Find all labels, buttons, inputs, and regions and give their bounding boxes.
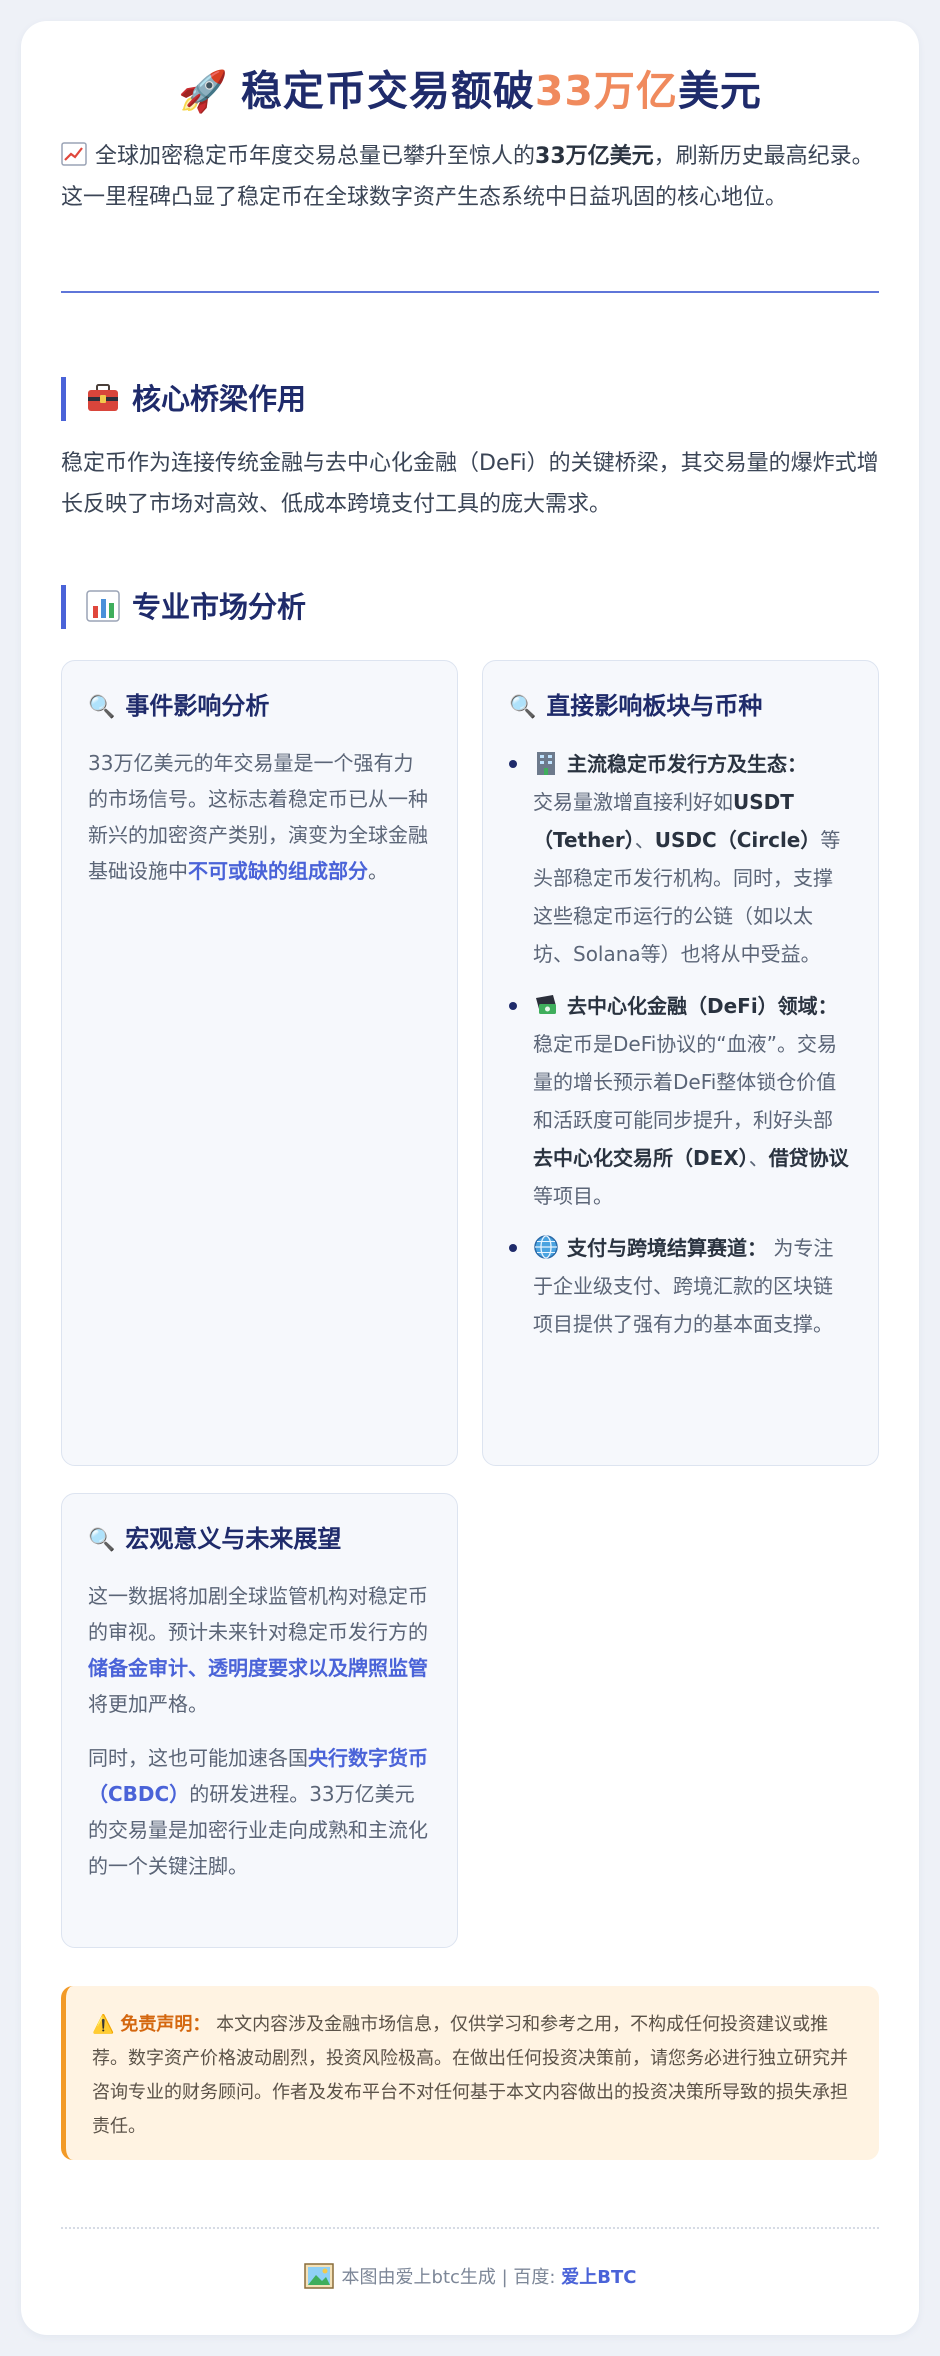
macro-paragraph-1: 这一数据将加剧全球监管机构对稳定币的审视。预计未来针对稳定币发行方的储备金审计、… — [88, 1584, 428, 1716]
event-impact-heading: 🔍 事件影响分析 — [88, 689, 431, 725]
warning-icon: ⚠️ — [92, 2014, 115, 2035]
macro-outlook-card: 🔍 宏观意义与未来展望 这一数据将加剧全球监管机构对稳定币的审视。预计未来针对稳定… — [61, 1493, 458, 1948]
event-impact-card: 🔍 事件影响分析 33万亿美元的年交易量是一个强有力的市场信号。这标志着稳定币已从… — [61, 660, 458, 1466]
macro-paragraph-2: 同时，这也可能加速各国央行数字货币（CBDC）的研发进程。33万亿美元的交易量是… — [88, 1746, 428, 1878]
list-item: 主流稳定币发行方及生态： 交易量激增直接利好如USDT（Tether）、USDC（… — [509, 745, 852, 973]
rocket-icon: 🚀 — [178, 69, 229, 115]
bar-chart-icon — [86, 590, 120, 622]
disclaimer-box: ⚠️ 免责声明： 本文内容涉及金融市场信息，仅供学习和参考之用，不构成任何投资建议… — [61, 1986, 879, 2160]
list-item: 去中心化金融（DeFi）领域： 稳定币是DeFi协议的“血液”。交易量的增长预示… — [509, 987, 852, 1215]
title-divider — [61, 291, 879, 293]
macro-outlook-heading: 🔍 宏观意义与未来展望 — [88, 1522, 431, 1558]
footer: 本图由爱上btc生成 | 百度: 爱上BTC — [61, 2263, 879, 2289]
list-item: 支付与跨境结算赛道： 为专注于企业级支付、跨境汇款的区块链项目提供了强有力的基本… — [509, 1229, 852, 1343]
bridge-paragraph: 稳定币作为连接传统金融与去中心化金融（DeFi）的关键桥梁，其交易量的爆炸式增长… — [61, 451, 879, 517]
sectors-list: 主流稳定币发行方及生态： 交易量激增直接利好如USDT（Tether）、USDC（… — [509, 745, 852, 1343]
footer-divider — [61, 2227, 879, 2229]
page-title: 🚀 稳定币交易额破33万亿美元 — [178, 67, 762, 115]
footer-brand-link[interactable]: 爱上BTC — [561, 2267, 636, 2288]
title-accent: 33万亿 — [534, 67, 678, 115]
intro-paragraph: 全球加密稳定币年度交易总量已攀升至惊人的33万亿美元，刷新历史最高纪录。这一里程… — [61, 142, 874, 210]
office-building-icon — [537, 752, 555, 775]
magnifier-icon: 🔍 — [88, 1528, 116, 1553]
toolbox-icon — [88, 384, 118, 411]
section-heading-analysis: 专业市场分析 — [61, 585, 879, 629]
money-exchange-icon — [536, 995, 556, 1014]
disclaimer-label: 免责声明： — [120, 2014, 211, 2035]
article-card: 🚀 稳定币交易额破33万亿美元 全球加密稳定币年度交易总量已攀升至惊人的33万亿美… — [21, 21, 919, 2335]
magnifier-icon: 🔍 — [509, 695, 537, 720]
affected-sectors-card: 🔍 直接影响板块与币种 主流稳定币发行方及生态： 交易量激增直接利好如USDT（Te… — [482, 660, 879, 1466]
magnifier-icon: 🔍 — [88, 695, 116, 720]
affected-sectors-heading: 🔍 直接影响板块与币种 — [509, 689, 852, 725]
globe-icon — [534, 1235, 558, 1259]
event-impact-text: 33万亿美元的年交易量是一个强有力的市场信号。这标志着稳定币已从一种新兴的加密资… — [88, 751, 428, 883]
section-heading-bridge: 核心桥梁作用 — [61, 377, 879, 421]
chart-increasing-icon — [61, 142, 87, 166]
picture-icon — [303, 2263, 334, 2289]
